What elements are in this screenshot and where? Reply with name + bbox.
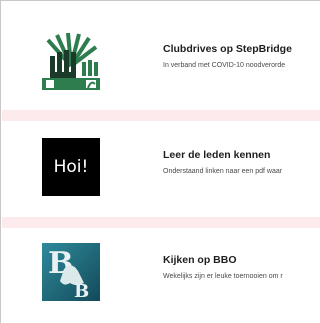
item-title[interactable]: Leer de leden kennen	[163, 149, 270, 161]
item-title[interactable]: Clubdrives op StepBridge	[163, 43, 292, 55]
stepbridge-logo-icon[interactable]	[42, 32, 100, 90]
news-list: Clubdrives op StepBridge In verband met …	[0, 0, 320, 323]
list-item[interactable]: Hoi! Leer de leden kennen Onderstaand li…	[1, 119, 320, 209]
item-description: In verband met COVID-10 noodverorde	[163, 62, 286, 69]
svg-text:B: B	[74, 281, 89, 301]
item-description: Onderstaand linken naar een pdf waar	[163, 168, 283, 175]
icon-text: Hoi!	[53, 157, 89, 177]
bbo-logo-icon[interactable]: B B	[42, 243, 100, 301]
list-item[interactable]: B B Kijken op BBO Wekelijks zijn er leuk…	[1, 224, 320, 314]
item-title[interactable]: Kijken op BBO	[163, 254, 237, 266]
list-item[interactable]: Clubdrives op StepBridge In verband met …	[1, 13, 320, 103]
hoi-speech-icon[interactable]: Hoi!	[42, 138, 100, 196]
item-description: Wekelijks zijn er leuke toernooien om r	[163, 273, 283, 280]
